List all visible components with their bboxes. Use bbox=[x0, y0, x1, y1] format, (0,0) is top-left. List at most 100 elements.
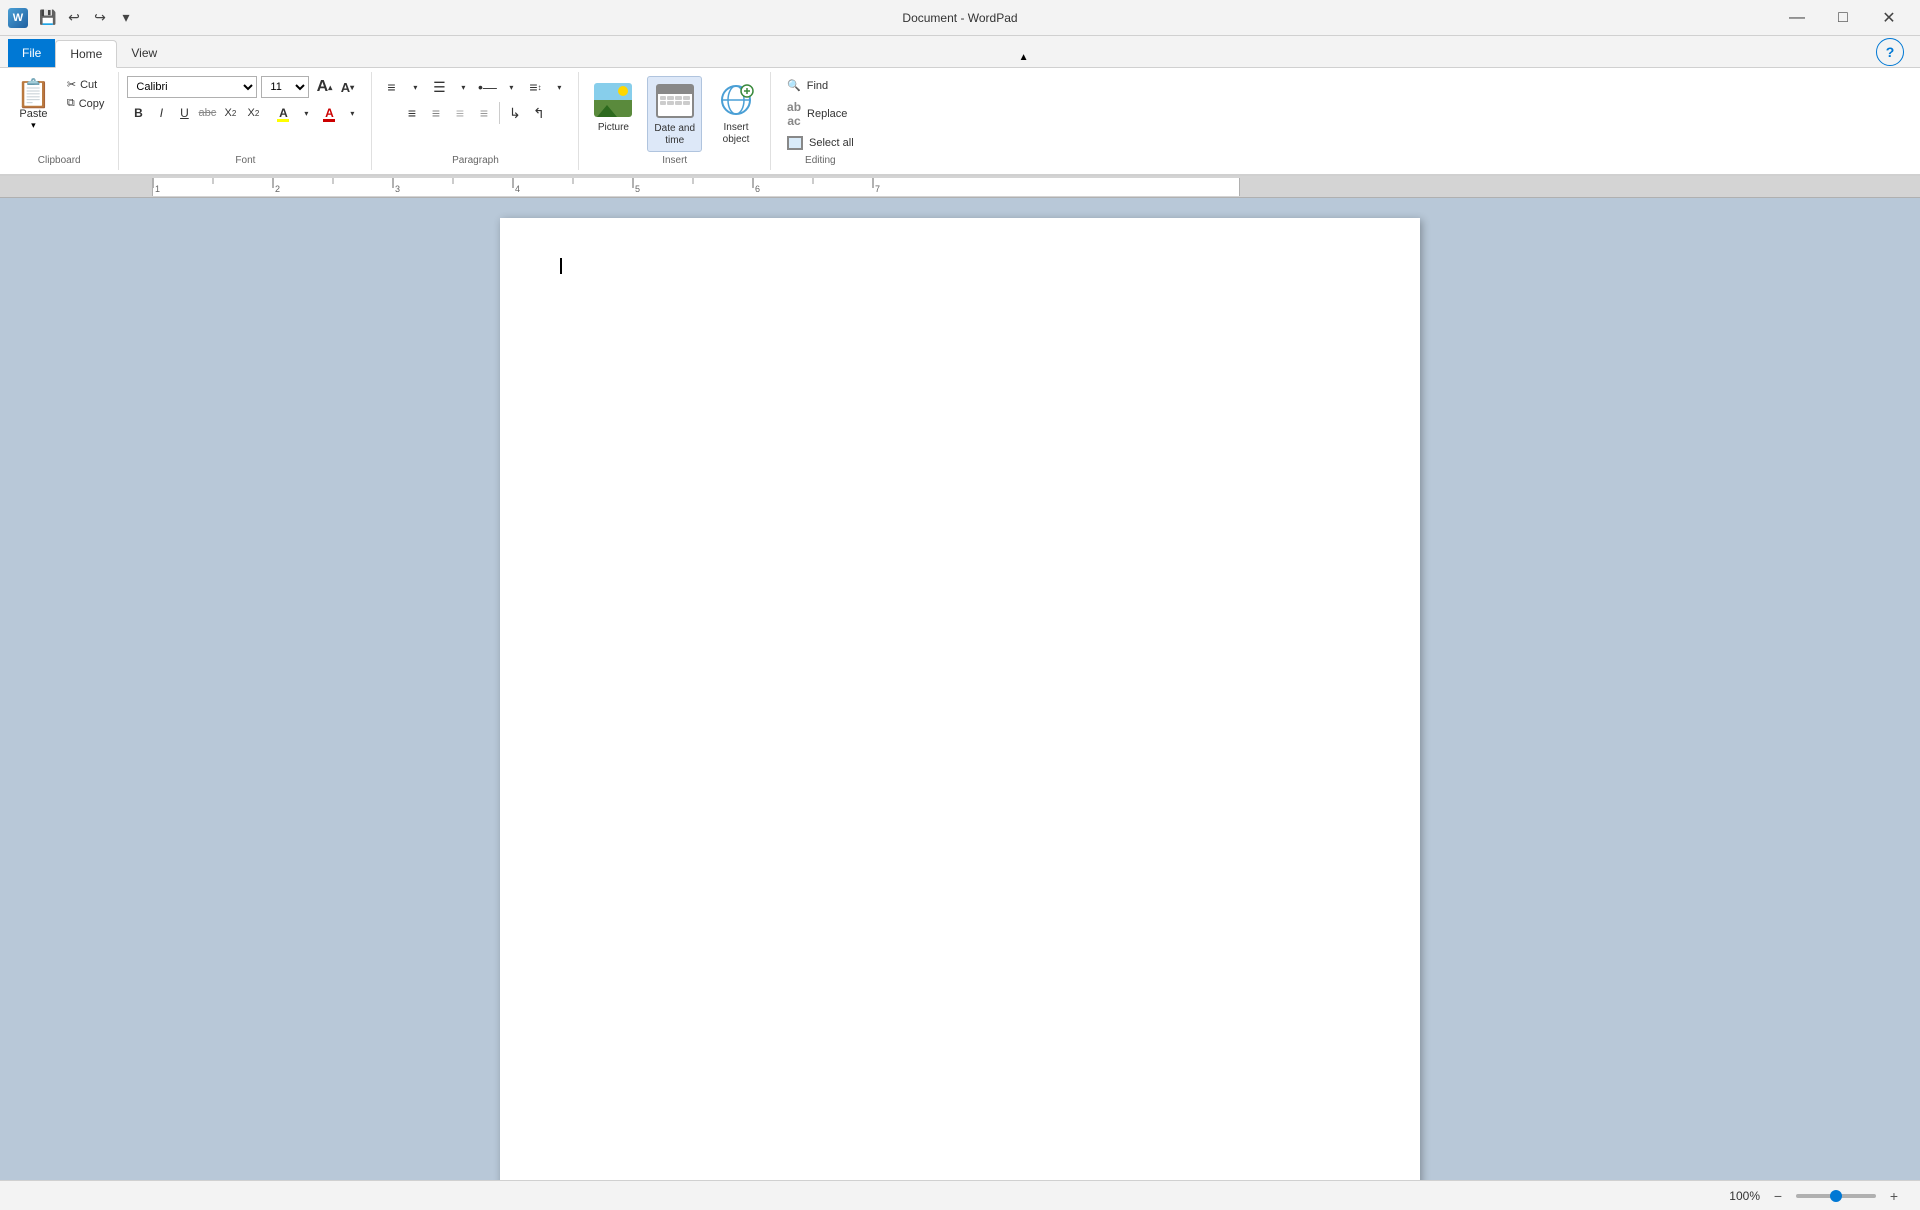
insert-object-label: Insertobject bbox=[723, 122, 750, 146]
ribbon-collapse-button[interactable]: ▲ bbox=[1014, 47, 1034, 67]
bullet-list-dropdown[interactable]: ▾ bbox=[500, 76, 522, 98]
find-button[interactable]: 🔍 Find bbox=[779, 76, 862, 95]
font-group-content: Calibri Arial Times New Roman 11 8 10 12… bbox=[127, 76, 363, 153]
tab-home[interactable]: Home bbox=[55, 40, 117, 68]
tab-file[interactable]: File bbox=[8, 39, 55, 67]
svg-text:5: 5 bbox=[635, 184, 640, 194]
close-button[interactable]: ✕ bbox=[1866, 0, 1912, 36]
document-page[interactable] bbox=[500, 218, 1420, 1180]
align-left-button[interactable]: ≡ bbox=[401, 102, 423, 124]
picture-button[interactable]: Picture bbox=[587, 76, 639, 138]
undo-quick-btn[interactable]: ↩ bbox=[62, 6, 86, 30]
save-quick-btn[interactable]: 💾 bbox=[36, 6, 60, 30]
font-color-swatch bbox=[323, 119, 335, 122]
paste-button[interactable]: 📋 Paste ▾ bbox=[8, 76, 59, 135]
insert-group-content: Picture Date andtime bbox=[587, 76, 762, 153]
find-label: Find bbox=[807, 80, 828, 92]
copy-button[interactable]: ⧉ Copy bbox=[61, 95, 111, 112]
ribbon: 📋 Paste ▾ ✂ Cut ⧉ Copy Clipboard Cal bbox=[0, 68, 1920, 176]
line-spacing-dropdown[interactable]: ▾ bbox=[548, 76, 570, 98]
ordered-list-dropdown[interactable]: ▾ bbox=[404, 76, 426, 98]
unordered-list-dropdown[interactable]: ▾ bbox=[452, 76, 474, 98]
tab-view[interactable]: View bbox=[117, 39, 171, 67]
increase-font-size-button[interactable]: A▴ bbox=[313, 76, 335, 98]
clipboard-group-label: Clipboard bbox=[38, 153, 81, 166]
indent-right-button[interactable]: ↳ bbox=[504, 102, 526, 124]
highlight-dropdown-btn[interactable]: ▾ bbox=[295, 102, 317, 124]
minimize-button[interactable]: — bbox=[1774, 0, 1820, 36]
scissors-icon: ✂ bbox=[67, 78, 76, 91]
font-color-dropdown-btn[interactable]: ▾ bbox=[341, 102, 363, 124]
unordered-list-button[interactable]: ☰ bbox=[428, 76, 450, 98]
highlight-color-swatch bbox=[277, 119, 289, 122]
paragraph-group-content: ≡ ▾ ☰ ▾ •— ▾ ≡↕ ▾ ≡ ≡ ≡ ≡ ↳ ↰ bbox=[380, 76, 570, 153]
indent-left-button[interactable]: ↰ bbox=[528, 102, 550, 124]
ruler-svg: 1 2 3 4 5 6 7 bbox=[153, 178, 1239, 196]
font-color-button[interactable]: A bbox=[318, 102, 340, 124]
copy-icon: ⧉ bbox=[67, 97, 75, 110]
title-bar-left: W 💾 ↩ ↪ ▾ bbox=[8, 6, 138, 30]
zoom-out-button[interactable]: − bbox=[1768, 1186, 1788, 1206]
date-time-button[interactable]: Date andtime bbox=[647, 76, 702, 152]
font-format-row: B I U abc X2 X2 A ▾ A bbox=[127, 102, 363, 124]
superscript-button[interactable]: X2 bbox=[242, 102, 264, 124]
paragraph-separator bbox=[499, 102, 500, 124]
font-size-select[interactable]: 11 8 10 12 14 bbox=[261, 76, 309, 98]
quick-access-dropdown-btn[interactable]: ▾ bbox=[114, 6, 138, 30]
help-button[interactable]: ? bbox=[1876, 38, 1904, 66]
svg-text:7: 7 bbox=[875, 184, 880, 194]
title-bar: W 💾 ↩ ↪ ▾ Document - WordPad — □ ✕ bbox=[0, 0, 1920, 36]
app-icon: W bbox=[8, 8, 28, 28]
cut-button[interactable]: ✂ Cut bbox=[61, 76, 111, 93]
font-name-row: Calibri Arial Times New Roman 11 8 10 12… bbox=[127, 76, 358, 98]
decrease-font-size-button[interactable]: A▾ bbox=[336, 76, 358, 98]
zoom-level-label: 100% bbox=[1729, 1189, 1760, 1203]
justify-button[interactable]: ≡ bbox=[473, 102, 495, 124]
replace-label: Replace bbox=[807, 108, 847, 120]
paragraph-group-label: Paragraph bbox=[452, 153, 499, 166]
bold-button[interactable]: B bbox=[127, 102, 149, 124]
paste-label: Paste bbox=[19, 108, 47, 120]
window-controls: — □ ✕ bbox=[1774, 0, 1912, 36]
document-wrapper[interactable] bbox=[0, 198, 1920, 1180]
ordered-list-button[interactable]: ≡ bbox=[380, 76, 402, 98]
cut-label: Cut bbox=[80, 79, 97, 91]
redo-quick-btn[interactable]: ↪ bbox=[88, 6, 112, 30]
replace-icon: abac bbox=[787, 100, 801, 128]
zoom-slider[interactable] bbox=[1796, 1194, 1876, 1198]
select-all-label: Select all bbox=[809, 137, 854, 149]
subscript-button[interactable]: X2 bbox=[219, 102, 241, 124]
clipboard-group-content: 📋 Paste ▾ ✂ Cut ⧉ Copy bbox=[8, 76, 110, 153]
font-group: Calibri Arial Times New Roman 11 8 10 12… bbox=[119, 72, 372, 170]
select-all-button[interactable]: Select all bbox=[779, 133, 862, 153]
editing-group-content: 🔍 Find abac Replace Select all bbox=[779, 76, 862, 153]
replace-button[interactable]: abac Replace bbox=[779, 97, 862, 131]
clipboard-side-buttons: ✂ Cut ⧉ Copy bbox=[61, 76, 111, 112]
line-spacing-button[interactable]: ≡↕ bbox=[524, 76, 546, 98]
text-cursor bbox=[560, 258, 562, 274]
highlight-color-button[interactable]: A bbox=[272, 102, 294, 124]
ruler: 1 2 3 4 5 6 7 bbox=[152, 178, 1240, 196]
paragraph-row2: ≡ ≡ ≡ ≡ ↳ ↰ bbox=[401, 102, 550, 124]
paragraph-group: ≡ ▾ ☰ ▾ •— ▾ ≡↕ ▾ ≡ ≡ ≡ ≡ ↳ ↰ Paragraph bbox=[372, 72, 579, 170]
italic-button[interactable]: I bbox=[150, 102, 172, 124]
maximize-button[interactable]: □ bbox=[1820, 0, 1866, 36]
editing-group-label: Editing bbox=[805, 153, 836, 166]
picture-icon bbox=[593, 80, 633, 120]
quick-access-toolbar: 💾 ↩ ↪ ▾ bbox=[36, 6, 138, 30]
align-right-button[interactable]: ≡ bbox=[449, 102, 471, 124]
underline-button[interactable]: U bbox=[173, 102, 195, 124]
picture-label: Picture bbox=[598, 122, 629, 134]
insert-object-button[interactable]: Insertobject bbox=[710, 76, 762, 150]
strikethrough-button[interactable]: abc bbox=[196, 102, 218, 124]
font-family-select[interactable]: Calibri Arial Times New Roman bbox=[127, 76, 257, 98]
date-time-label: Date andtime bbox=[654, 123, 695, 147]
highlight-icon: A bbox=[279, 106, 288, 120]
font-size-buttons: A▴ A▾ bbox=[313, 76, 358, 98]
copy-label: Copy bbox=[79, 98, 105, 110]
bullet-list-button[interactable]: •— bbox=[476, 76, 498, 98]
paste-dropdown-arrow: ▾ bbox=[31, 120, 36, 131]
status-bar: 100% − + bbox=[0, 1180, 1920, 1210]
align-center-button[interactable]: ≡ bbox=[425, 102, 447, 124]
zoom-in-button[interactable]: + bbox=[1884, 1186, 1904, 1206]
